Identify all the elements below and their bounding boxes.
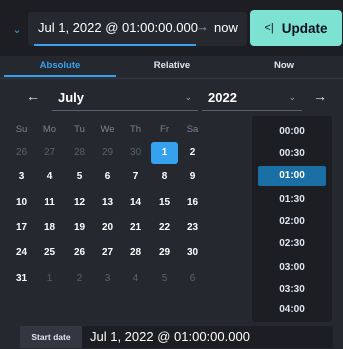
next-month-icon[interactable]: → [313,88,327,104]
weekday-label: Th [129,124,142,135]
calendar-day[interactable]: 6 [94,166,121,188]
calendar-day[interactable]: 10 [8,192,35,214]
active-tab-indicator [4,75,116,77]
calendar-day[interactable]: 25 [36,242,63,264]
tab-relative[interactable]: Relative [116,56,228,78]
calendar-day-outside-month[interactable]: 26 [8,142,35,164]
calendar-day[interactable]: 2 [179,142,206,164]
start-date-active-underline [34,44,196,46]
start-date-row: Start date Jul 1, 2022 @ 01:00:00.000 [20,326,333,348]
calendar-day[interactable]: 8 [151,166,178,188]
month-select[interactable]: July ⌄ [52,84,198,111]
time-option[interactable]: 03:00 [258,258,326,278]
divider [0,78,343,79]
calendar-day-outside-month[interactable]: 3 [94,268,121,290]
calendar-day[interactable]: 24 [8,242,35,264]
arrow-right-icon: → [196,19,209,34]
tab-now[interactable]: Now [228,56,340,78]
end-date-button[interactable]: now [214,20,238,35]
chevron-down-icon: ⌄ [184,92,192,102]
month-value: July [58,90,85,105]
calendar-day[interactable]: 29 [151,242,178,264]
refresh-icon: <| [264,22,274,34]
time-option[interactable]: 03:30 [258,280,326,300]
calendar-day[interactable]: 15 [151,192,178,214]
time-option[interactable]: 01:30 [258,190,326,210]
calendar-day[interactable]: 30 [179,242,206,264]
start-date-label: Start date [20,326,82,348]
update-button[interactable]: <| Update [250,10,342,46]
tab-bar: Absolute Relative Now [0,56,343,78]
calendar-day-selected[interactable]: 1 [151,142,178,164]
calendar-day[interactable]: 17 [8,217,35,239]
calendar-day-outside-month[interactable]: 1 [36,268,63,290]
calendar-day[interactable]: 19 [66,217,93,239]
time-option[interactable]: 02:00 [258,212,326,232]
start-date-button[interactable]: Jul 1, 2022 @ 01:00:00.000 [38,20,198,35]
weekday-label: Su [15,124,28,135]
calendar-day[interactable]: 5 [66,166,93,188]
date-picker-popover: Absolute Relative Now ← July ⌄ 2022 ⌄ → … [0,56,343,349]
weekday-label: Fr [160,124,169,135]
calendar-day-outside-month[interactable]: 4 [122,268,149,290]
time-option[interactable]: 00:00 [258,122,326,142]
time-option[interactable]: 00:30 [258,144,326,164]
calendar-day[interactable]: 20 [94,217,121,239]
start-date-input[interactable]: Jul 1, 2022 @ 01:00:00.000 [90,329,250,344]
update-button-label: Update [281,20,328,36]
calendar-day[interactable]: 26 [66,242,93,264]
calendar-day[interactable]: 4 [36,166,63,188]
quick-menu-button[interactable]: ⌄ [6,14,28,44]
calendar-day[interactable]: 13 [94,192,121,214]
previous-month-icon[interactable]: ← [26,88,40,104]
time-option[interactable]: 02:30 [258,234,326,254]
chevron-down-icon: ⌄ [12,23,22,36]
calendar-day[interactable]: 12 [66,192,93,214]
weekday-label: Tu [74,124,85,135]
weekday-label: Sa [186,124,199,135]
weekday-label: Mo [42,124,57,135]
calendar-day[interactable]: 27 [94,242,121,264]
calendar-day-outside-month[interactable]: 30 [122,142,149,164]
calendar-day-outside-month[interactable]: 2 [66,268,93,290]
calendar-day[interactable]: 14 [122,192,149,214]
calendar-day[interactable]: 16 [179,192,206,214]
time-list[interactable]: 00:00 00:30 01:00 01:30 02:00 02:30 03:00 03:30… [252,116,332,322]
calendar-day[interactable]: 21 [122,217,149,239]
calendar-day[interactable]: 9 [179,166,206,188]
chevron-down-icon: ⌄ [288,92,296,102]
calendar-day[interactable]: 7 [122,166,149,188]
calendar-day[interactable]: 3 [8,166,35,188]
weekday-label: We [100,124,115,135]
calendar-day[interactable]: 22 [151,217,178,239]
year-value: 2022 [208,90,237,105]
time-option[interactable]: 04:00 [258,300,326,320]
calendar-day-outside-month[interactable]: 6 [179,268,206,290]
date-range-bar: ⌄ Jul 1, 2022 @ 01:00:00.000 → now <| Up… [0,0,343,56]
calendar-day[interactable]: 31 [8,268,35,290]
calendar-day-outside-month[interactable]: 29 [94,142,121,164]
calendar-day[interactable]: 23 [179,217,206,239]
calendar-day[interactable]: 28 [122,242,149,264]
calendar-day-outside-month[interactable]: 27 [36,142,63,164]
calendar-day[interactable]: 18 [36,217,63,239]
year-select[interactable]: 2022 ⌄ [202,84,302,111]
calendar-day-outside-month[interactable]: 28 [66,142,93,164]
calendar-day[interactable]: 11 [36,192,63,214]
time-option-selected[interactable]: 01:00 [258,166,326,186]
calendar-day-outside-month[interactable]: 5 [151,268,178,290]
